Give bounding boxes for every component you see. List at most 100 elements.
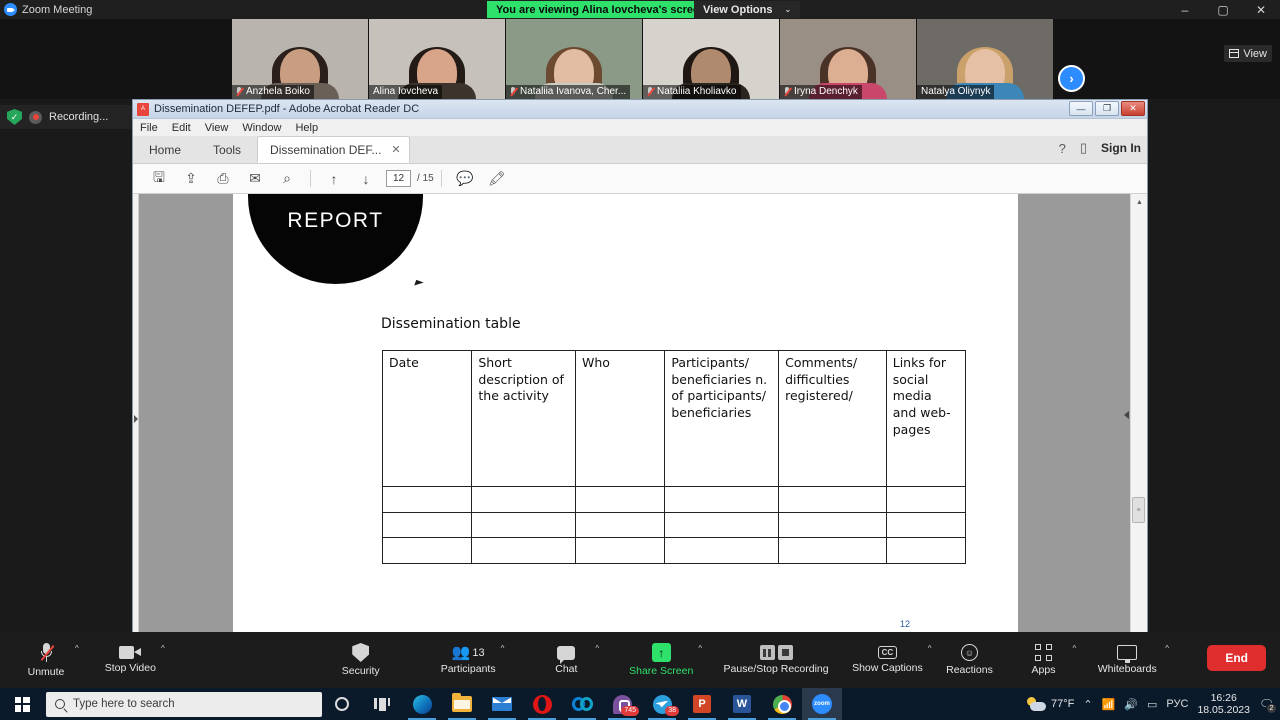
zoom-minimize-button[interactable]: – bbox=[1166, 0, 1204, 19]
table-row bbox=[381, 511, 967, 539]
chat-button[interactable]: Chat bbox=[538, 634, 594, 686]
word-taskbar-button[interactable]: W bbox=[722, 688, 762, 720]
share-screen-button[interactable]: ↑ Share Screen bbox=[625, 634, 697, 686]
apps-chevron-icon[interactable]: ^ bbox=[1072, 642, 1076, 653]
close-tab-icon[interactable]: ✕ bbox=[391, 143, 400, 156]
zoom-close-button[interactable]: ✕ bbox=[1242, 0, 1280, 19]
view-button-label: View bbox=[1243, 47, 1267, 60]
end-meeting-button[interactable]: End bbox=[1207, 645, 1266, 671]
opera-taskbar-button[interactable] bbox=[522, 688, 562, 720]
left-panel-toggle[interactable] bbox=[133, 194, 139, 644]
volume-icon[interactable]: 🔊 bbox=[1124, 698, 1138, 711]
menu-item-view[interactable]: View bbox=[205, 122, 229, 134]
email-icon[interactable]: ✉ bbox=[239, 166, 271, 192]
participants-control[interactable]: 👥 13 Participants ^ bbox=[437, 634, 505, 686]
language-indicator[interactable]: РУС bbox=[1166, 698, 1188, 710]
video-options-chevron-icon[interactable]: ^ bbox=[161, 642, 165, 653]
zoom-taskbar-button[interactable]: zoom bbox=[802, 688, 842, 720]
tab-home[interactable]: Home bbox=[133, 136, 197, 163]
next-page-icon[interactable]: ↓ bbox=[350, 166, 382, 192]
pdf-vertical-scrollbar[interactable]: ▲ ≡ ▼ bbox=[1130, 194, 1147, 644]
start-button[interactable] bbox=[0, 688, 44, 720]
tab-tools[interactable]: Tools bbox=[197, 136, 257, 163]
right-panel-toggle[interactable] bbox=[1123, 408, 1130, 422]
clock-time: 16:26 bbox=[1210, 691, 1237, 704]
menu-item-edit[interactable]: Edit bbox=[172, 122, 191, 134]
viber-taskbar-button[interactable]: 745 bbox=[602, 688, 642, 720]
acrobat-restore-button[interactable]: ❐ bbox=[1095, 101, 1119, 116]
share-chevron-icon[interactable]: ^ bbox=[698, 642, 702, 653]
previous-page-icon[interactable]: ↑ bbox=[318, 166, 350, 192]
security-button[interactable]: Security bbox=[333, 634, 389, 686]
mobile-link-icon[interactable]: ▯ bbox=[1080, 140, 1087, 156]
pause-stop-recording-button[interactable]: Pause/Stop Recording bbox=[716, 634, 836, 686]
show-captions-button[interactable]: CC Show Captions bbox=[848, 634, 927, 686]
recording-indicator[interactable]: Recording... bbox=[0, 105, 134, 129]
stop-video-button[interactable]: Stop Video bbox=[101, 634, 160, 686]
highlight-icon[interactable]: 🖍 bbox=[481, 166, 513, 192]
apps-button[interactable]: Apps bbox=[1015, 634, 1071, 686]
whiteboards-button[interactable]: Whiteboards bbox=[1090, 634, 1164, 686]
zoom-maximize-button[interactable]: ▢ bbox=[1204, 0, 1242, 19]
participants-button[interactable]: 👥 13 Participants bbox=[437, 634, 500, 686]
participant-tile[interactable]: Natalya Oliynyk bbox=[917, 19, 1053, 99]
print-icon[interactable]: ⎙ bbox=[207, 166, 239, 192]
file-explorer-taskbar-button[interactable] bbox=[442, 688, 482, 720]
notifications-button[interactable]: 🗨 2 bbox=[1259, 697, 1277, 714]
acrobat-minimize-button[interactable]: — bbox=[1069, 101, 1093, 116]
upload-cloud-icon[interactable]: ⇪ bbox=[175, 166, 207, 192]
reactions-button[interactable]: ☺ Reactions bbox=[941, 634, 997, 686]
participant-tile[interactable]: Anzhela Boiko bbox=[232, 19, 368, 99]
page-number-input[interactable]: 12 bbox=[386, 170, 411, 187]
task-view-button[interactable] bbox=[362, 688, 402, 720]
participant-tile[interactable]: Nataliia Kholiavko bbox=[643, 19, 779, 99]
video-control[interactable]: Stop Video ^ bbox=[101, 634, 165, 686]
captions-chevron-icon[interactable]: ^ bbox=[928, 642, 932, 653]
edge-taskbar-button[interactable] bbox=[402, 688, 442, 720]
clock[interactable]: 16:26 18.05.2023 bbox=[1197, 692, 1250, 716]
captions-control[interactable]: CC Show Captions ^ bbox=[848, 634, 931, 686]
chat-chevron-icon[interactable]: ^ bbox=[595, 642, 599, 653]
participant-tile[interactable]: Alina Iovcheva bbox=[369, 19, 505, 99]
meta-taskbar-button[interactable] bbox=[562, 688, 602, 720]
wifi-icon[interactable]: 📶 bbox=[1102, 698, 1116, 711]
whiteboards-chevron-icon[interactable]: ^ bbox=[1165, 642, 1169, 653]
cortana-button[interactable] bbox=[322, 688, 362, 720]
weather-widget[interactable]: 77°F bbox=[1027, 697, 1074, 711]
unmute-control[interactable]: Unmute ^ bbox=[18, 634, 79, 686]
table-header-cell: Comments/ difficulties registered/ bbox=[778, 350, 887, 487]
tab-document[interactable]: Dissemination DEF... ✕ bbox=[257, 136, 410, 163]
search-icon[interactable]: ⌕ bbox=[271, 166, 303, 192]
view-layout-button[interactable]: View bbox=[1224, 45, 1272, 62]
table-cell bbox=[471, 511, 576, 539]
apps-control[interactable]: Apps ^ bbox=[1011, 634, 1080, 686]
view-options-button[interactable]: View Options ⌄ bbox=[694, 1, 801, 18]
scroll-up-arrow[interactable]: ▲ bbox=[1131, 194, 1147, 211]
menu-item-help[interactable]: Help bbox=[295, 122, 318, 134]
battery-icon[interactable]: ▭ bbox=[1147, 698, 1157, 711]
help-icon[interactable]: ? bbox=[1059, 141, 1066, 156]
powerpoint-taskbar-button[interactable]: P bbox=[682, 688, 722, 720]
acrobat-close-button[interactable]: ✕ bbox=[1121, 101, 1145, 116]
tray-expand-chevron-icon[interactable]: ⌃ bbox=[1083, 698, 1092, 711]
participant-tile[interactable]: Iryna Denchyk bbox=[780, 19, 916, 99]
save-icon[interactable]: 🖫 bbox=[143, 166, 175, 192]
menu-item-file[interactable]: File bbox=[140, 122, 158, 134]
telegram-taskbar-button[interactable]: 38 bbox=[642, 688, 682, 720]
audio-options-chevron-icon[interactable]: ^ bbox=[75, 642, 79, 653]
taskbar-search-input[interactable]: Type here to search bbox=[46, 691, 322, 717]
mail-taskbar-button[interactable] bbox=[482, 688, 522, 720]
pdf-viewport[interactable]: REPORT Dissemination table Date Short des… bbox=[133, 194, 1147, 644]
share-screen-control[interactable]: ↑ Share Screen ^ bbox=[625, 634, 702, 686]
menu-item-window[interactable]: Window bbox=[242, 122, 281, 134]
scrollbar-thumb[interactable]: ≡ bbox=[1132, 497, 1145, 523]
next-participants-button[interactable]: › bbox=[1058, 65, 1085, 92]
chrome-taskbar-button[interactable] bbox=[762, 688, 802, 720]
whiteboards-control[interactable]: Whiteboards ^ bbox=[1090, 634, 1169, 686]
comment-icon[interactable]: 💬 bbox=[449, 166, 481, 192]
sign-in-button[interactable]: Sign In bbox=[1101, 141, 1141, 155]
participant-tile[interactable]: Nataliia Ivanova, Cher... bbox=[506, 19, 642, 99]
participants-chevron-icon[interactable]: ^ bbox=[501, 642, 505, 653]
unmute-button[interactable]: Unmute bbox=[18, 634, 74, 686]
chat-control[interactable]: Chat ^ bbox=[538, 634, 599, 686]
